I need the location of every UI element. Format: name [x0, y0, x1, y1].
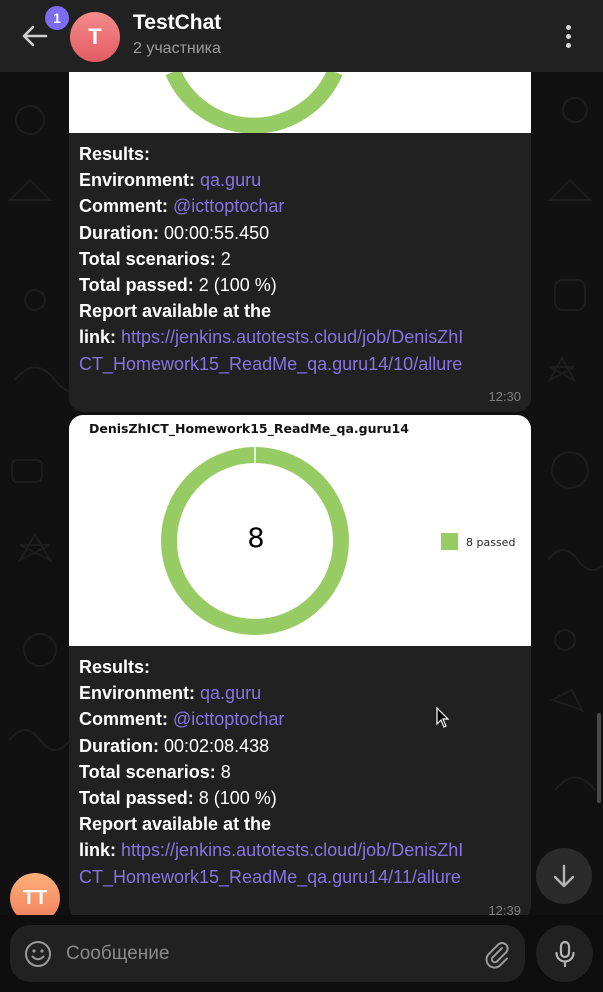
legend-label-passed: 8 passed [466, 536, 516, 549]
message-bubble[interactable]: DenisZhICT_Homework15_ReadMe_qa.guru14 8… [69, 415, 531, 920]
report-label: Report available at the [79, 301, 272, 322]
mention-link[interactable]: @icttoptochar [173, 196, 284, 216]
results-label: Results: [79, 657, 151, 677]
chat-title[interactable]: TestChat [133, 11, 221, 35]
more-menu-button[interactable] [553, 18, 583, 54]
arrow-down-icon [553, 864, 575, 888]
report-link-row: link: https://jenkins.autotests.cloud/jo… [79, 327, 464, 348]
report-link[interactable]: https://jenkins.autotests.cloud/job/Deni… [121, 840, 463, 860]
report-chart-image[interactable]: DenisZhICT_Homework15_ReadMe_qa.guru14 8… [69, 415, 531, 646]
chat-avatar[interactable]: T [70, 12, 120, 62]
mention-link[interactable]: @icttoptochar [173, 709, 284, 729]
message-time: 12:30 [488, 389, 521, 404]
message-composer [10, 925, 525, 982]
environment-link[interactable]: qa.guru [200, 683, 261, 703]
duration-row: Duration: 00:00:55.450 [79, 222, 270, 243]
smile-icon[interactable] [24, 940, 52, 968]
chat-header: 1 T TestChat 2 участника [0, 0, 603, 72]
legend-swatch-passed [441, 533, 458, 550]
report-label: Report available at the [79, 814, 272, 835]
chart-center-value: 8 [247, 523, 265, 554]
comment-row: Comment: @icttoptochar [79, 709, 285, 730]
message-input[interactable] [66, 939, 466, 969]
donut-chart-partial [165, 72, 343, 134]
arrow-left-icon [22, 25, 48, 47]
scenarios-row: Total scenarios: 2 [79, 248, 231, 269]
duration-row: Duration: 00:02:08.438 [79, 735, 270, 756]
message-text: Results: Environment: qa.guru Comment: @… [79, 654, 524, 890]
composer-area [0, 915, 603, 992]
chart-title: DenisZhICT_Homework15_ReadMe_qa.guru14 [89, 421, 409, 436]
passed-row: Total passed: 2 (100 %) [79, 275, 277, 296]
message-text: Results: Environment: qa.guru Comment: @… [79, 141, 524, 377]
microphone-icon [554, 940, 575, 967]
paperclip-icon[interactable] [482, 939, 512, 969]
report-link-continued[interactable]: CT_Homework15_ReadMe_qa.guru14/11/allure [79, 864, 524, 890]
more-vertical-icon [565, 24, 571, 30]
mouse-cursor-icon [436, 707, 450, 728]
environment-link[interactable]: qa.guru [200, 170, 261, 190]
message-bubble[interactable]: Results: Environment: qa.guru Comment: @… [69, 72, 531, 412]
report-link-row: link: https://jenkins.autotests.cloud/jo… [79, 840, 464, 861]
passed-row: Total passed: 8 (100 %) [79, 788, 277, 809]
donut-chart [161, 447, 349, 635]
chat-member-count: 2 участника [133, 40, 221, 57]
scrollbar-thumb[interactable] [597, 713, 601, 803]
environment-row: Environment: qa.guru [79, 170, 262, 191]
unread-count-badge: 1 [45, 6, 69, 30]
scenarios-row: Total scenarios: 8 [79, 761, 231, 782]
results-label: Results: [79, 144, 151, 164]
scroll-down-button[interactable] [536, 848, 592, 904]
comment-row: Comment: @icttoptochar [79, 196, 285, 217]
report-link[interactable]: https://jenkins.autotests.cloud/job/Deni… [121, 327, 463, 347]
report-link-continued[interactable]: CT_Homework15_ReadMe_qa.guru14/10/allure [79, 351, 524, 377]
report-chart-image[interactable] [69, 72, 531, 134]
environment-row: Environment: qa.guru [79, 683, 262, 704]
voice-message-button[interactable] [536, 925, 593, 982]
